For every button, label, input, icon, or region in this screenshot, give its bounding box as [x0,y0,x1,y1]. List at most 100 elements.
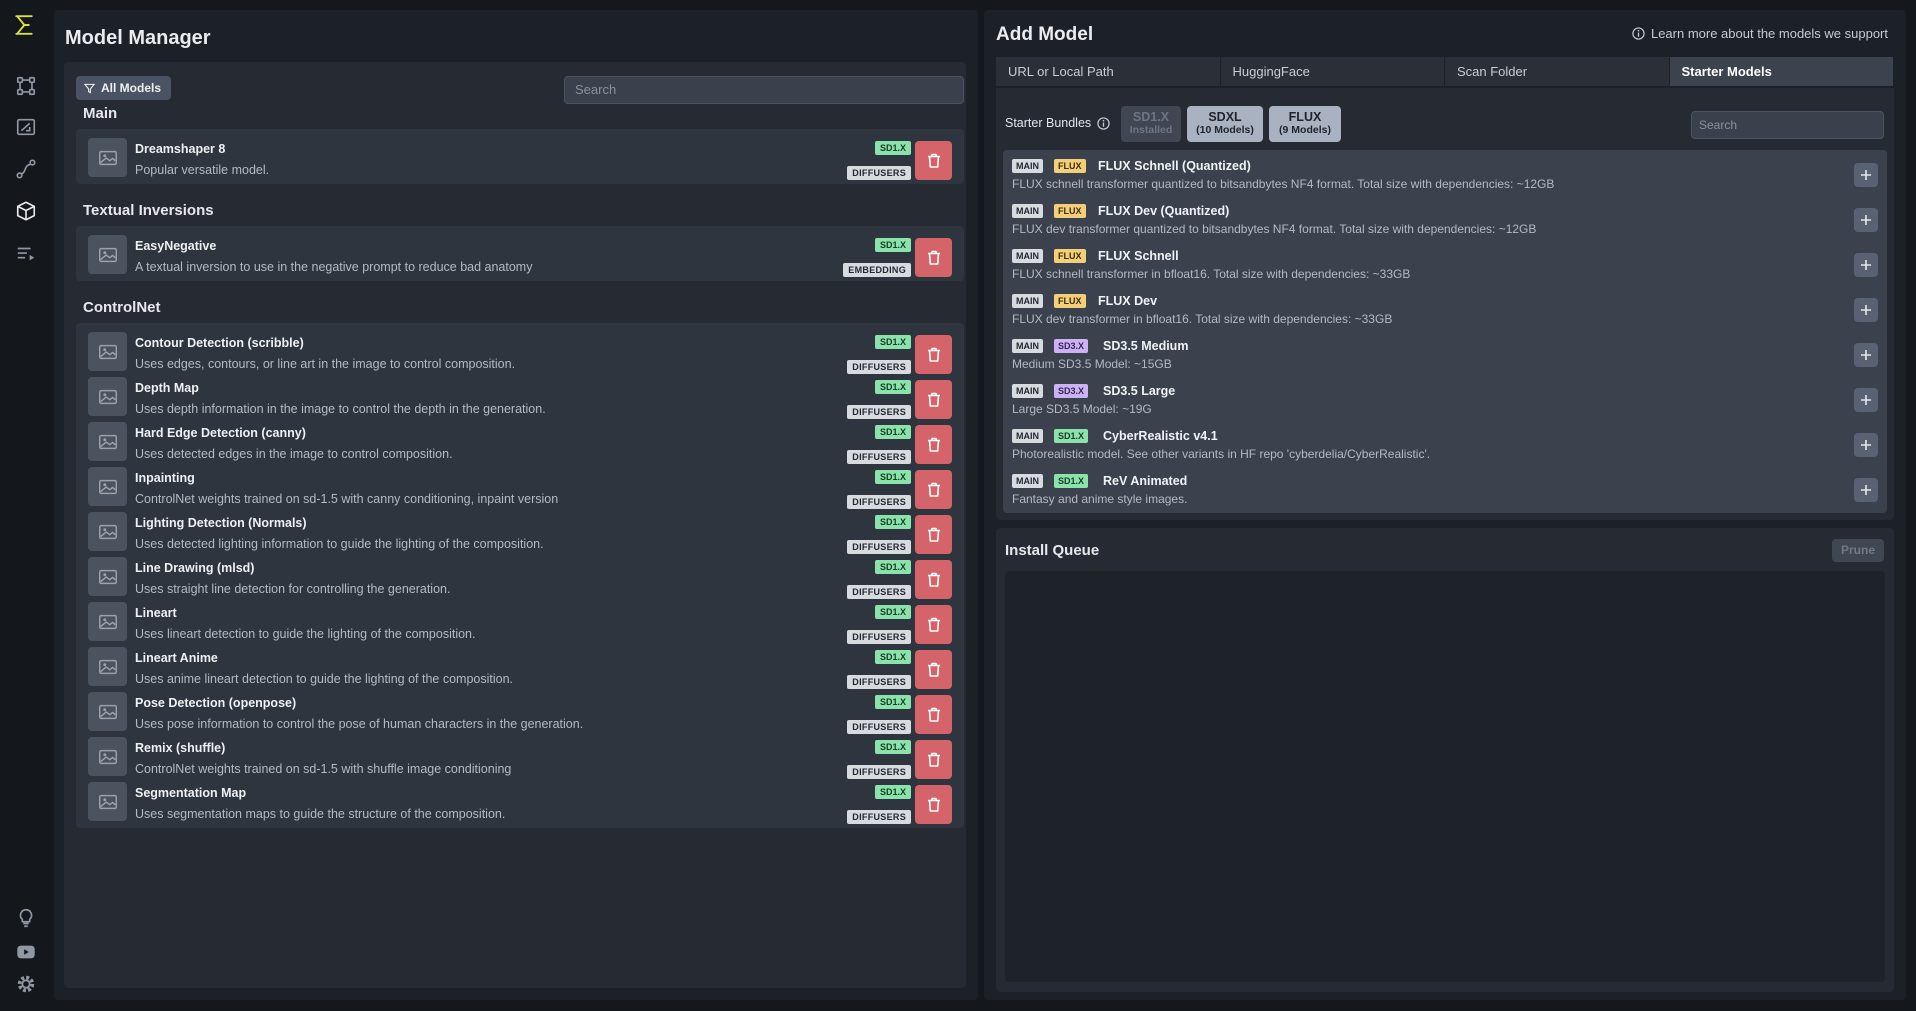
tab-starter-models[interactable]: Starter Models [1669,57,1894,86]
model-description: Uses pose information to control the pos… [135,717,584,731]
add-model-button[interactable] [1854,388,1878,412]
bundle-sd1x-button[interactable]: SD1.X Installed [1121,106,1181,142]
model-row[interactable]: Depth Map Uses depth information in the i… [76,373,964,419]
add-model-button[interactable] [1854,298,1878,322]
format-badge: DIFFUSERS [847,360,911,374]
base-badge: FLUX [1054,159,1086,173]
delete-button[interactable] [915,605,952,644]
model-description: Uses edges, contours, or line art in the… [135,357,516,371]
model-description: Popular versatile model. [135,163,270,177]
model-row[interactable]: Segmentation Map Uses segmentation maps t… [76,778,964,824]
model-name: Dreamshaper 8 [135,142,226,156]
page-title: Model Manager [65,27,211,49]
model-name: Contour Detection (scribble) [135,336,304,350]
model-description: ControlNet weights trained on sd-1.5 wit… [135,492,559,506]
model-description: Uses lineart detection to guide the ligh… [135,627,476,641]
model-row[interactable]: Inpainting ControlNet weights trained on … [76,463,964,509]
model-description: Uses straight line detection for control… [135,582,451,596]
model-row[interactable]: Lineart Uses lineart detection to guide t… [76,598,964,644]
base-badge: SD1.X [874,560,911,574]
delete-button[interactable] [915,785,952,824]
tab-url-local-path[interactable]: URL or Local Path [996,57,1221,86]
bundle-flux-button[interactable]: FLUX (9 Models) [1269,106,1341,142]
info-icon[interactable] [1097,116,1110,130]
youtube-icon[interactable] [12,938,40,966]
prune-button[interactable]: Prune [1832,539,1884,562]
trash-icon [927,437,940,452]
model-name: Lineart [135,606,177,620]
queue-icon[interactable] [12,240,40,268]
format-badge: DIFFUSERS [847,630,911,644]
delete-button[interactable] [915,335,952,374]
add-model-title: Add Model [996,24,1094,45]
canvas-icon[interactable] [12,113,40,141]
type-badge: MAIN [1012,204,1043,218]
starter-model-list: MAIN FLUX FLUX Schnell (Quantized) FLUX sch… [1003,150,1887,513]
models-icon[interactable] [12,197,40,225]
plus-icon [1861,170,1871,180]
delete-button[interactable] [915,470,952,509]
nodes-icon[interactable] [12,155,40,183]
search-input[interactable]: Search [564,76,964,104]
model-group: Contour Detection (scribble) Uses edges, … [76,323,964,828]
model-row[interactable]: Lighting Detection (Normals) Uses detecte… [76,508,964,554]
delete-button[interactable] [915,425,952,464]
logo-icon[interactable] [13,14,40,44]
bundle-sub: Installed [1129,124,1173,136]
add-model-button[interactable] [1854,253,1878,277]
model-row[interactable]: Line Drawing (mlsd) Uses straight line de… [76,553,964,599]
starter-model-row: MAIN FLUX FLUX Schnell FLUX schnell transfo… [1003,240,1887,285]
delete-button[interactable] [915,141,952,180]
add-model-button[interactable] [1854,343,1878,367]
model-row[interactable]: Hard Edge Detection (canny) Uses detected… [76,418,964,464]
base-badge: SD3.X [1054,339,1089,353]
add-model-tabs: URL or Local Path HuggingFace Scan Folde… [996,57,1894,86]
trash-icon [927,250,940,265]
tab-huggingface[interactable]: HuggingFace [1220,57,1445,86]
bundle-sdxl-button[interactable]: SDXL (10 Models) [1187,106,1263,142]
starter-model-description: Large SD3.5 Model: ~19G [1012,402,1152,416]
settings-icon[interactable] [12,970,40,998]
image-placeholder-icon [88,737,127,776]
base-badge: SD1.X [874,740,911,754]
model-description: Uses depth information in the image to c… [135,402,546,416]
model-description: Uses segmentation maps to guide the stru… [135,807,506,821]
delete-button[interactable] [915,515,952,554]
starter-model-description: FLUX dev transformer quantized to bitsan… [1012,222,1537,236]
learn-more-text: Learn more about the models we support [1650,26,1888,41]
format-badge: DIFFUSERS [847,540,911,554]
delete-button[interactable] [915,740,952,779]
add-model-button[interactable] [1854,478,1878,502]
starter-model-name: SD3.5 Medium [1103,339,1189,353]
model-description: ControlNet weights trained on sd-1.5 wit… [135,762,512,776]
model-row[interactable]: Contour Detection (scribble) Uses edges, … [76,328,964,374]
model-description: Uses detected lighting information to gu… [135,537,544,551]
base-badge: SD1.X [874,515,911,529]
lightbulb-icon[interactable] [12,904,40,932]
starter-models-area: Starter Bundles SD1.X Installed SDXL (10… [996,88,1894,520]
model-name: Pose Detection (openpose) [135,696,297,710]
add-model-button[interactable] [1854,433,1878,457]
starter-search-input[interactable]: Search [1691,111,1884,139]
filter-icon [84,83,95,94]
add-model-button[interactable] [1854,208,1878,232]
delete-button[interactable] [915,695,952,734]
model-row[interactable]: EasyNegative A textual inversion to use i… [76,226,964,281]
add-model-button[interactable] [1854,163,1878,187]
model-row[interactable]: Lineart Anime Uses anime lineart detectio… [76,643,964,689]
tab-scan-folder[interactable]: Scan Folder [1445,57,1670,86]
filter-button[interactable]: All Models [76,76,172,100]
starter-model-name: FLUX Schnell [1098,249,1179,263]
model-row[interactable]: Remix (shuffle) ControlNet weights traine… [76,733,964,779]
delete-button[interactable] [915,380,952,419]
delete-button[interactable] [915,650,952,689]
learn-more-link[interactable]: Learn more about the models we support [1632,26,1888,41]
model-row[interactable]: Dreamshaper 8 Popular versatile model. SD1… [76,129,964,184]
delete-button[interactable] [915,238,952,277]
delete-button[interactable] [915,560,952,599]
model-row[interactable]: Pose Detection (openpose) Uses pose infor… [76,688,964,734]
type-badge: MAIN [1012,429,1043,443]
workflow-icon[interactable] [12,72,40,100]
format-badge: DIFFUSERS [847,405,911,419]
plus-icon [1861,215,1871,225]
